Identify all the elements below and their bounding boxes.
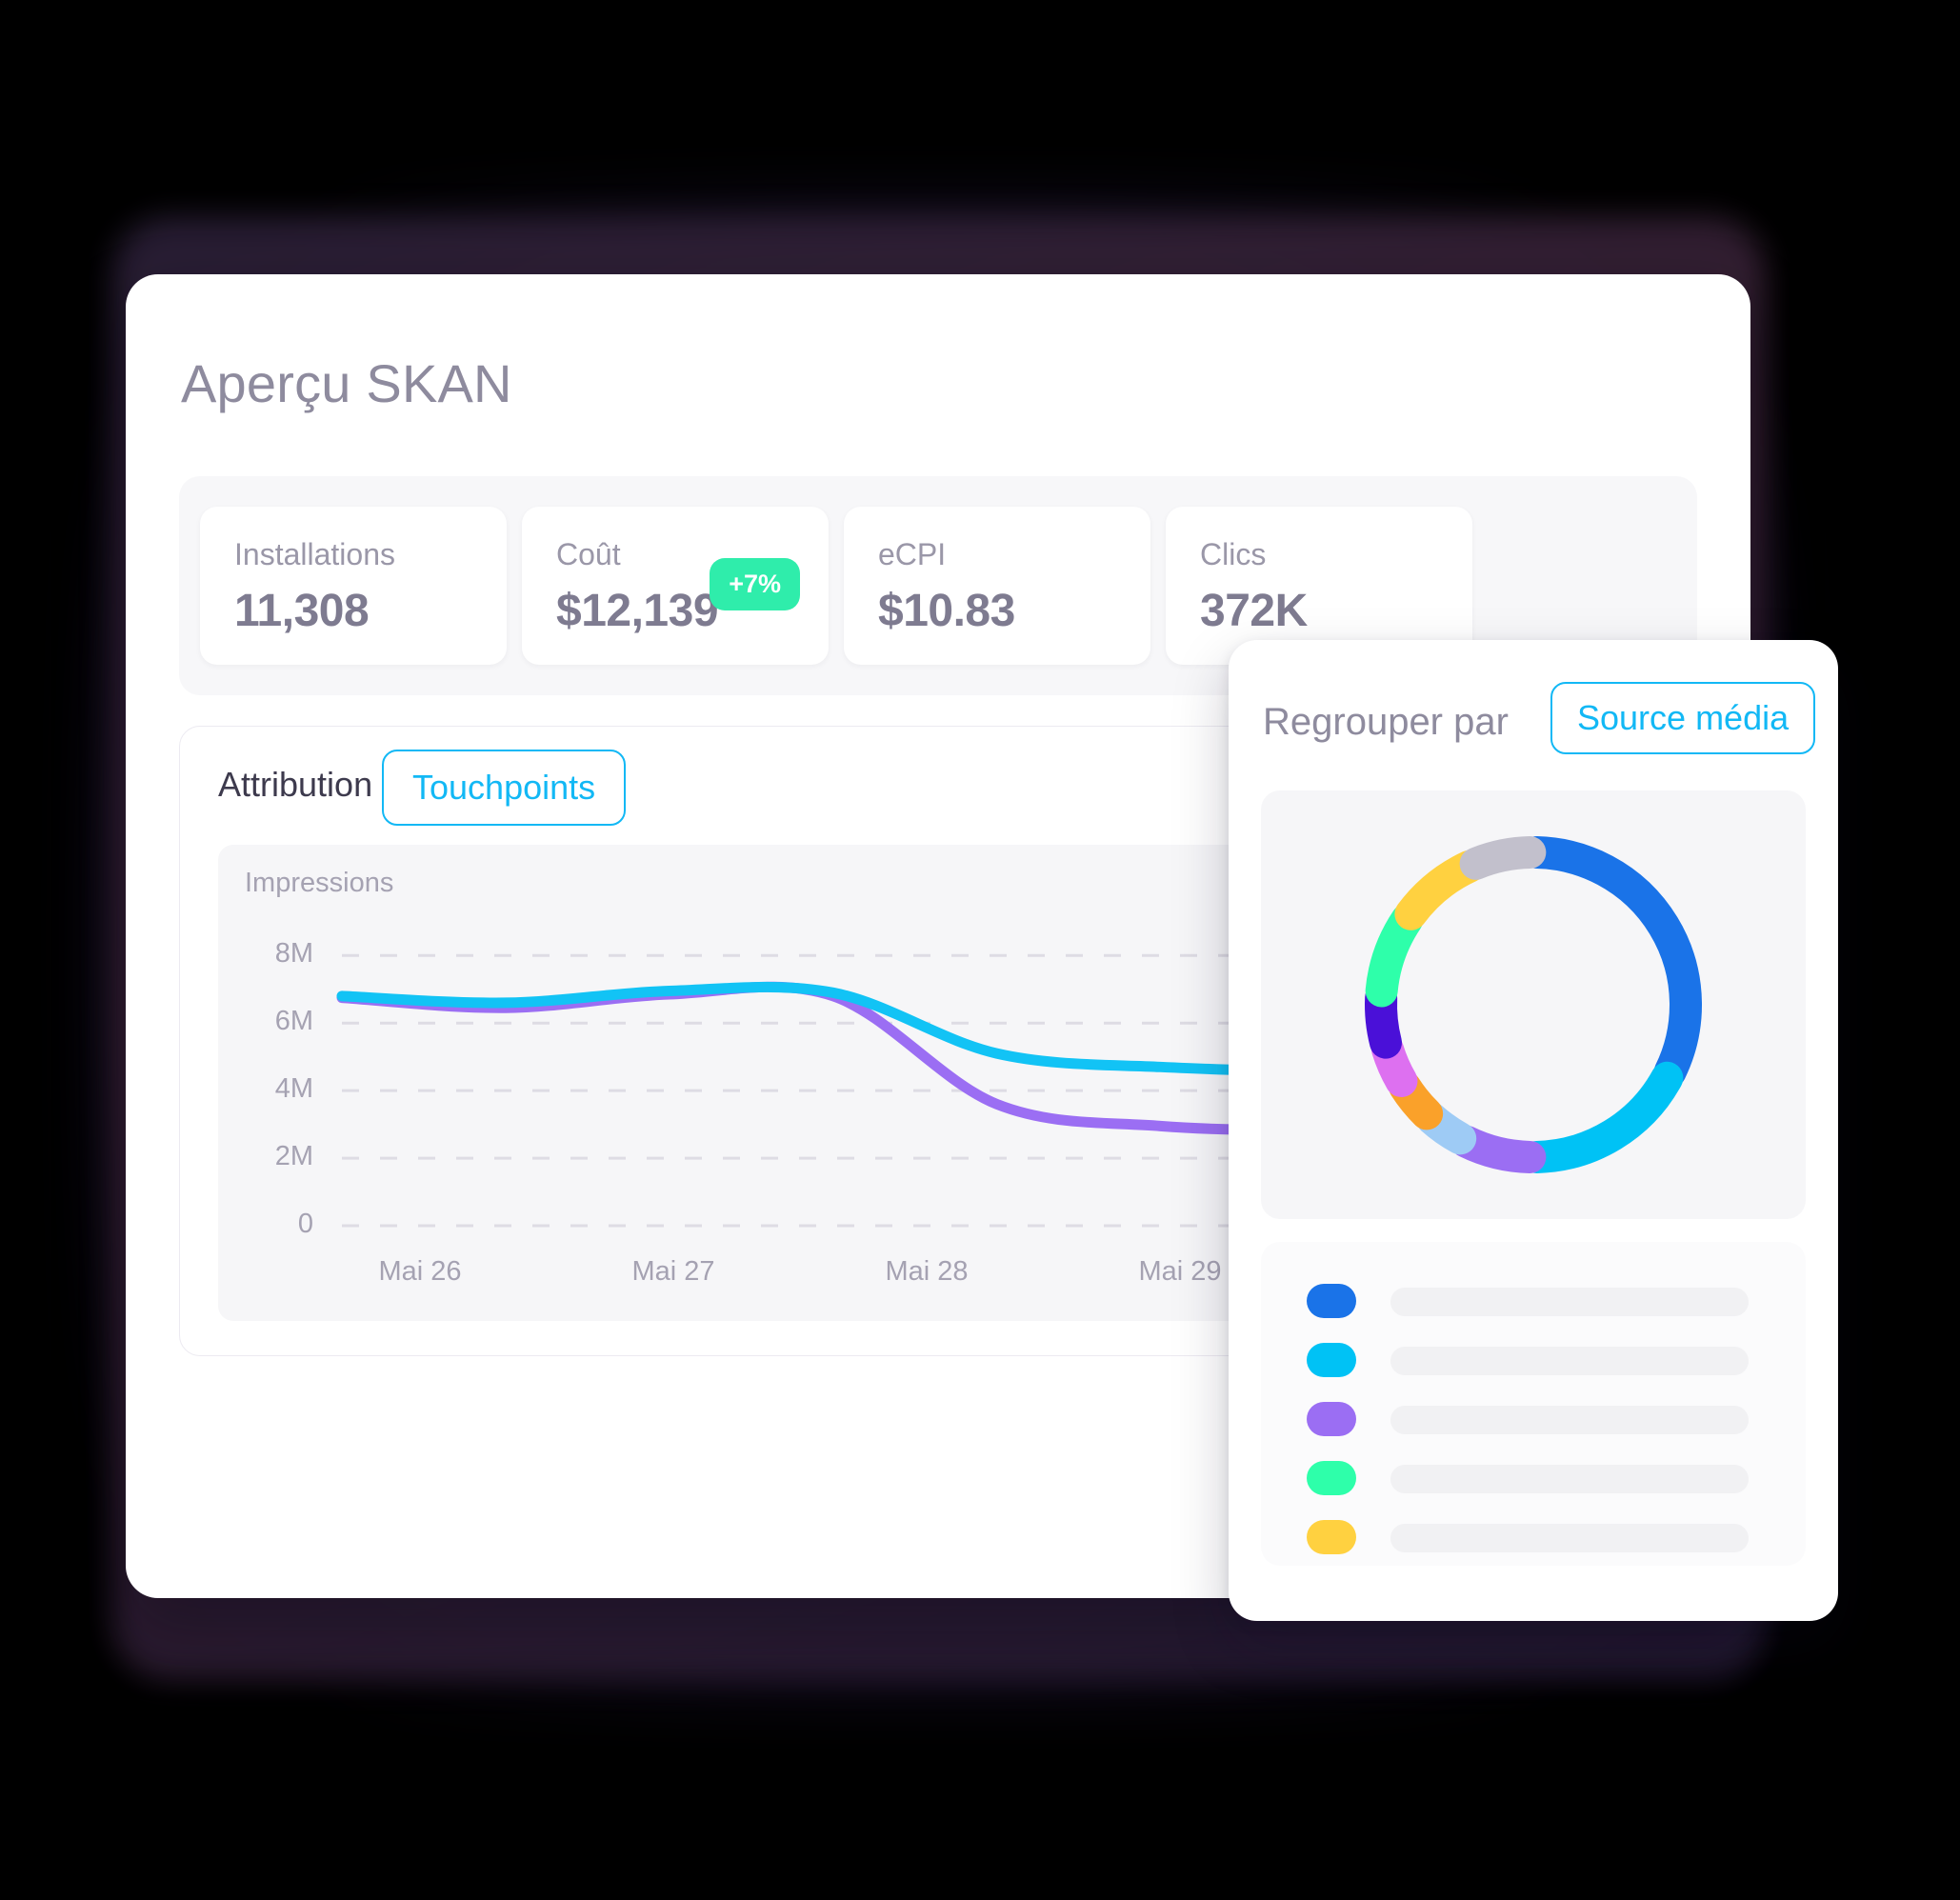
x-axis-tick: Mai 27 xyxy=(631,1256,715,1287)
kpi-card-co-t: Coût $12,139 +7% xyxy=(522,507,829,665)
donut-segment[interactable] xyxy=(1450,1125,1547,1173)
kpi-value: 372K xyxy=(1200,586,1308,636)
donut-segment[interactable] xyxy=(1459,836,1547,880)
donut-segment[interactable] xyxy=(1365,903,1424,1008)
legend-color-swatch xyxy=(1307,1520,1356,1554)
kpi-delta-badge: +7% xyxy=(710,558,800,610)
attribution-label: Attribution xyxy=(218,765,373,804)
group-by-floating-panel: Regrouper par Source média xyxy=(1229,640,1838,1621)
donut-chart-svg xyxy=(1365,836,1702,1173)
page-title: Aperçu SKAN xyxy=(181,353,512,413)
legend-color-swatch xyxy=(1307,1284,1356,1318)
legend-label-placeholder xyxy=(1390,1406,1749,1434)
kpi-label: Installations xyxy=(234,537,395,571)
tab-touchpoints[interactable]: Touchpoints xyxy=(382,750,627,826)
donut-legend xyxy=(1261,1242,1806,1566)
group-by-label: Regrouper par xyxy=(1263,701,1509,743)
legend-label-placeholder xyxy=(1390,1347,1749,1375)
kpi-value: $12,139 xyxy=(556,586,719,636)
kpi-card-installations: Installations 11,308 xyxy=(200,507,507,665)
legend-color-swatch xyxy=(1307,1402,1356,1436)
legend-label-placeholder xyxy=(1390,1465,1749,1493)
donut-segment[interactable] xyxy=(1520,1061,1684,1173)
y-axis-tick: 6M xyxy=(274,1006,313,1037)
media-source-donut-chart xyxy=(1261,790,1806,1219)
chip-source-media[interactable]: Source média xyxy=(1550,682,1816,754)
kpi-value: 11,308 xyxy=(234,586,370,636)
kpi-label: Coût xyxy=(556,537,621,571)
kpi-label: eCPI xyxy=(878,537,947,571)
kpi-card-ecpi: eCPI $10.83 xyxy=(844,507,1150,665)
y-axis-tick: 0 xyxy=(297,1209,313,1239)
donut-segment[interactable] xyxy=(1520,836,1702,1089)
kpi-value: $10.83 xyxy=(878,586,1015,636)
legend-label-placeholder xyxy=(1390,1288,1749,1316)
y-axis-tick: 4M xyxy=(274,1073,313,1105)
y-axis-tick: 2M xyxy=(274,1141,313,1172)
donut-segment[interactable] xyxy=(1394,850,1486,930)
legend-color-swatch xyxy=(1307,1461,1356,1495)
kpi-label: Clics xyxy=(1200,537,1267,571)
x-axis-tick: Mai 26 xyxy=(378,1256,462,1287)
legend-label-placeholder xyxy=(1390,1524,1749,1552)
legend-color-swatch xyxy=(1307,1343,1356,1377)
y-axis-tick: 8M xyxy=(274,938,313,970)
x-axis-tick: Mai 28 xyxy=(885,1256,969,1287)
